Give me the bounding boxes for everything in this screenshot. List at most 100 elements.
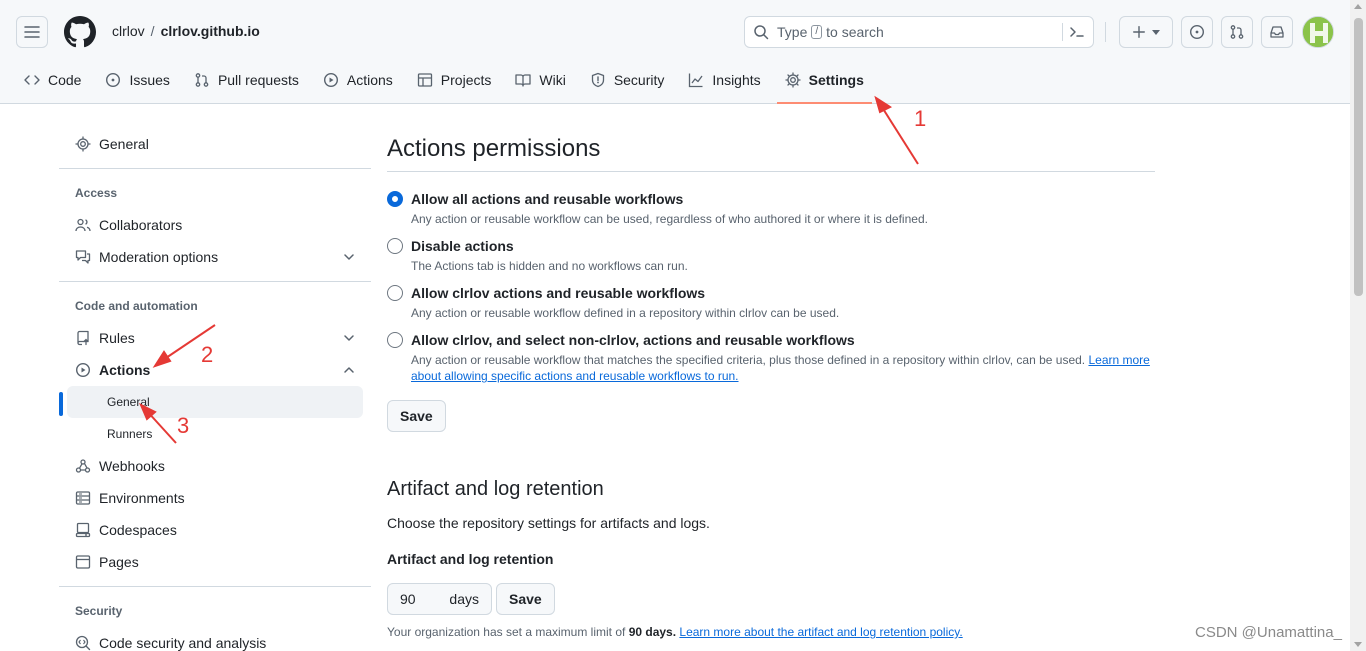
gear-icon [75,136,91,152]
people-icon [75,218,91,232]
scroll-thumb[interactable] [1354,18,1363,296]
radio-option-disable[interactable]: Disable actions The Actions tab is hidde… [387,235,1155,274]
chevron-down-icon[interactable] [343,251,355,263]
search-shortcut-key: / [811,25,823,39]
tab-label: Code [48,72,82,88]
sidebar-item-collaborators[interactable]: Collaborators [59,209,371,241]
create-new-button[interactable] [1119,16,1173,48]
radio-button[interactable] [387,285,403,301]
inbox-button[interactable] [1261,16,1293,48]
scroll-up-icon[interactable] [1354,4,1362,9]
sidebar-item-rules[interactable]: Rules [59,322,371,354]
webhook-icon [75,459,91,473]
repo-push-icon [77,330,89,346]
tab-projects[interactable]: Projects [409,64,500,96]
tab-label: Pull requests [217,72,299,88]
issues-button[interactable] [1181,16,1213,48]
sidebar-item-label: Actions [99,362,151,378]
breadcrumb-separator: / [150,23,155,39]
owner-link[interactable]: clrlov [112,23,145,39]
sidebar-subitem-label: General [107,395,150,409]
command-palette-icon[interactable] [1069,24,1085,40]
repo-link[interactable]: clrlov.github.io [161,23,260,39]
radio-label[interactable]: Allow clrlov, and select non-clrlov, act… [411,329,1155,351]
menu-button[interactable] [16,16,48,48]
tab-label: Issues [129,72,170,88]
sidebar-subitem-runners[interactable]: Runners [67,418,363,450]
comment-discussion-icon [75,250,91,264]
sidebar-item-moderation[interactable]: Moderation options [59,241,371,273]
sidebar-subitem-actions-general[interactable]: General [59,386,363,418]
tab-issues[interactable]: Issues [97,64,177,96]
retention-days-value[interactable]: 90 [400,591,416,607]
save-button[interactable]: Save [387,400,446,432]
page-scrollbar[interactable] [1350,0,1366,651]
tab-label: Insights [712,72,761,88]
repo-tabs: Code Issues Pull requests Actions Projec… [16,64,880,104]
sidebar-subitem-label: Runners [107,427,153,441]
table-icon [417,73,432,87]
avatar[interactable] [1302,16,1334,48]
tab-security[interactable]: Security [582,64,673,96]
sidebar-item-environments[interactable]: Environments [59,482,371,514]
tab-label: Security [613,72,665,88]
sidebar-item-label: Code security and analysis [99,635,267,651]
settings-main: Actions permissions Allow all actions an… [387,128,1155,639]
tab-label: Wiki [539,72,566,88]
sidebar-item-codespaces[interactable]: Codespaces [59,514,371,546]
pull-requests-button[interactable] [1221,16,1253,48]
retention-policy-link[interactable]: Learn more about the artifact and log re… [679,625,962,639]
gear-icon [784,72,801,88]
retention-note-limit: 90 days. [628,625,677,639]
tab-label: Settings [808,72,864,88]
sidebar-item-general[interactable]: General [59,128,371,160]
radio-label[interactable]: Disable actions [411,235,1155,257]
sidebar-heading-access: Access [75,186,118,200]
chevron-up-icon[interactable] [343,364,355,376]
github-logo-icon[interactable] [64,16,96,48]
radio-button[interactable] [387,191,403,207]
tab-insights[interactable]: Insights [680,64,768,96]
retention-save-button[interactable]: Save [496,583,555,615]
scroll-down-icon[interactable] [1354,642,1362,647]
sidebar-item-label: Collaborators [99,217,183,233]
radio-button[interactable] [387,332,403,348]
sidebar-heading-security: Security [75,604,123,618]
search-icon [754,25,769,40]
search-input[interactable]: Type / to search [744,16,1094,48]
sidebar-item-code-security[interactable]: Code security and analysis [59,627,371,651]
tab-wiki[interactable]: Wiki [507,64,573,96]
sidebar-item-pages[interactable]: Pages [59,546,371,578]
chevron-down-icon[interactable] [343,332,355,344]
hamburger-icon [24,26,40,38]
tab-label: Actions [346,72,393,88]
codespaces-icon [75,522,91,538]
retention-note-text: Your organization has set a maximum limi… [387,625,626,639]
play-icon [323,72,338,88]
tab-settings[interactable]: Settings [776,64,873,104]
radio-option-allow-owner[interactable]: Allow clrlov actions and reusable workfl… [387,282,1155,321]
sidebar-item-label: Codespaces [99,522,177,538]
radio-label[interactable]: Allow all actions and reusable workflows [411,188,1155,210]
sidebar-item-actions[interactable]: Actions [59,354,371,386]
radio-label[interactable]: Allow clrlov actions and reusable workfl… [411,282,1155,304]
radio-option-allow-all[interactable]: Allow all actions and reusable workflows… [387,188,1155,227]
tab-pull-requests[interactable]: Pull requests [186,64,307,96]
sidebar-item-label: Rules [99,330,135,346]
radio-button[interactable] [387,238,403,254]
code-icon [24,75,40,85]
radio-description-text: Any action or reusable workflow that mat… [411,353,1086,367]
book-icon [515,74,532,87]
sidebar-item-label: General [99,136,149,152]
breadcrumb: clrlov / clrlov.github.io [112,23,260,39]
tab-code[interactable]: Code [16,64,89,96]
watermark: CSDN @Unamattina_ [1195,624,1342,641]
radio-option-allow-select[interactable]: Allow clrlov, and select non-clrlov, act… [387,329,1155,384]
tab-label: Projects [440,72,492,88]
sidebar-heading-code-automation: Code and automation [75,299,198,313]
sidebar-item-label: Moderation options [99,249,219,265]
tab-actions[interactable]: Actions [315,64,401,96]
retention-days-input[interactable]: 90 days [387,583,492,615]
radio-description: The Actions tab is hidden and no workflo… [411,259,688,273]
sidebar-item-webhooks[interactable]: Webhooks [59,450,371,482]
